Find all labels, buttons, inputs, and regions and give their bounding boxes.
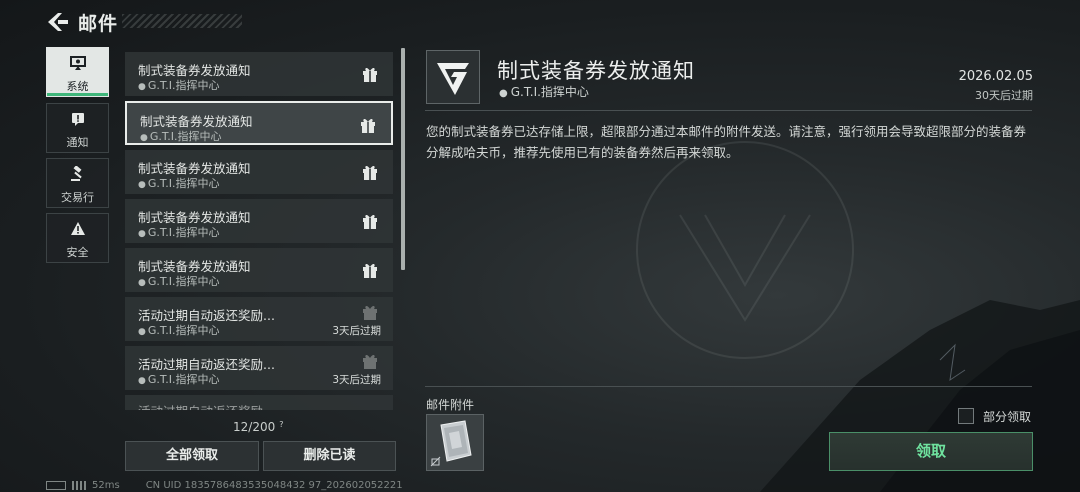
mail-sender-name: G.T.I.指挥中心 xyxy=(149,130,222,143)
claim-button[interactable]: 领取 xyxy=(829,432,1033,471)
mail-item[interactable]: 制式装备券发放通知 ● G.T.I.指挥中心 xyxy=(125,52,393,96)
gift-icon xyxy=(363,214,377,229)
mail-sender: ● G.T.I.指挥中心 xyxy=(138,322,220,338)
mail-sender-name: G.T.I.指挥中心 xyxy=(147,79,220,92)
status-bar: 52ms CN UID 1835786483535048432 97_202602… xyxy=(46,480,403,491)
mail-expire: 3天后过期 xyxy=(332,325,381,337)
mail-expire: 3天后过期 xyxy=(332,374,381,386)
mail-item[interactable]: 活动过期自动返还奖励... ● G.T.I.指挥中心 3天后过期 xyxy=(125,297,393,341)
tab-label: 通知 xyxy=(66,136,89,149)
mail-count: 12/200 xyxy=(233,420,276,434)
mail-item[interactable]: 活动过期自动返还奖励 xyxy=(125,395,393,410)
tab-security[interactable]: 安全 xyxy=(46,213,109,263)
gift-icon xyxy=(363,263,377,278)
alert-icon xyxy=(47,111,108,129)
signal-icon xyxy=(72,480,86,490)
mail-item[interactable]: 制式装备券发放通知 ● G.T.I.指挥中心 xyxy=(125,248,393,292)
top-bar: 邮件 xyxy=(0,0,1080,44)
warning-icon xyxy=(47,221,108,239)
mail-item[interactable]: 制式装备券发放通知 ● G.T.I.指挥中心 xyxy=(125,199,393,243)
mail-item-selected[interactable]: 制式装备券发放通知 ● G.T.I.指挥中心 xyxy=(125,101,393,145)
mail-sender-name: G.T.I.指挥中心 xyxy=(147,226,220,239)
mail-sender-name: G.T.I.指挥中心 xyxy=(147,275,220,288)
gift-icon xyxy=(363,67,377,82)
mail-counter: 12/200? xyxy=(233,420,283,434)
gift-icon xyxy=(361,118,375,133)
mail-detail-title: 制式装备券发放通知 xyxy=(497,59,695,83)
mail-sender: ● G.T.I.指挥中心 xyxy=(138,224,220,240)
gavel-icon xyxy=(47,165,108,184)
user-icon: ● xyxy=(138,327,146,337)
back-arrow-icon[interactable] xyxy=(44,10,70,34)
mail-sender: ● G.T.I.指挥中心 xyxy=(140,128,222,144)
user-icon: ● xyxy=(138,180,146,190)
mail-list-scrollbar[interactable] xyxy=(401,48,405,270)
gti-logo-icon xyxy=(437,63,469,95)
uid-text: CN UID 1835786483535048432 97_2026020522… xyxy=(145,480,403,491)
tab-notice[interactable]: 通知 xyxy=(46,103,109,153)
mail-sender-name: G.T.I.指挥中心 xyxy=(147,324,220,337)
title-decoration xyxy=(122,14,242,28)
mail-sender: ● G.T.I.指挥中心 xyxy=(138,175,220,191)
mail-sender: ● G.T.I.指挥中心 xyxy=(138,77,220,93)
battery-icon xyxy=(46,480,66,490)
mail-title: 活动过期自动返还奖励 xyxy=(138,401,263,410)
mail-sender-name: G.T.I.指挥中心 xyxy=(147,177,220,190)
mail-sender: ● G.T.I.指挥中心 xyxy=(138,273,220,289)
help-icon[interactable]: ? xyxy=(279,420,283,429)
mail-detail-sender-name: G.T.I.指挥中心 xyxy=(510,85,589,99)
tab-system[interactable]: 系统 xyxy=(46,47,109,97)
gift-icon xyxy=(363,354,377,369)
user-icon: ● xyxy=(138,278,146,288)
divider xyxy=(425,110,1032,111)
equipment-voucher-icon xyxy=(430,420,472,467)
tab-label: 交易行 xyxy=(61,191,94,204)
page-title: 邮件 xyxy=(78,13,119,35)
delete-read-button[interactable]: 删除已读 xyxy=(263,441,396,471)
sender-logo xyxy=(426,50,480,104)
user-icon: ● xyxy=(499,88,508,99)
mail-sender-name: G.T.I.指挥中心 xyxy=(147,373,220,386)
partial-claim-checkbox[interactable] xyxy=(958,408,974,424)
claim-all-button[interactable]: 全部领取 xyxy=(125,441,259,471)
partial-claim-label: 部分领取 xyxy=(983,410,1032,424)
divider xyxy=(425,386,1032,387)
user-icon: ● xyxy=(138,82,146,92)
tab-label: 安全 xyxy=(66,246,89,259)
user-icon: ● xyxy=(140,133,148,143)
user-icon: ● xyxy=(138,229,146,239)
mail-item[interactable]: 活动过期自动返还奖励... ● G.T.I.指挥中心 3天后过期 xyxy=(125,346,393,390)
mail-sender: ● G.T.I.指挥中心 xyxy=(138,371,220,387)
mail-item[interactable]: 制式装备券发放通知 ● G.T.I.指挥中心 xyxy=(125,150,393,194)
tab-label: 系统 xyxy=(66,80,89,93)
mail-detail-expire: 30天后过期 xyxy=(975,89,1033,102)
mail-detail-body: 您的制式装备券已达存储上限，超限部分通过本邮件的附件发送。请注意，强行领用会导致… xyxy=(426,124,1027,160)
gift-icon xyxy=(363,305,377,320)
ping-text: 52ms xyxy=(92,480,120,491)
attachment-item[interactable] xyxy=(426,414,484,471)
gift-icon xyxy=(363,165,377,180)
mail-detail-sender: ● G.T.I.指挥中心 xyxy=(499,83,589,100)
mail-list[interactable]: 制式装备券发放通知 ● G.T.I.指挥中心 制式装备券发放通知 ● G.T.I.指… xyxy=(125,52,395,410)
monitor-icon xyxy=(47,55,108,73)
user-icon: ● xyxy=(138,376,146,386)
attachments-label: 邮件附件 xyxy=(426,398,475,412)
tab-auction[interactable]: 交易行 xyxy=(46,158,109,208)
mail-detail-date: 2026.02.05 xyxy=(958,69,1033,84)
